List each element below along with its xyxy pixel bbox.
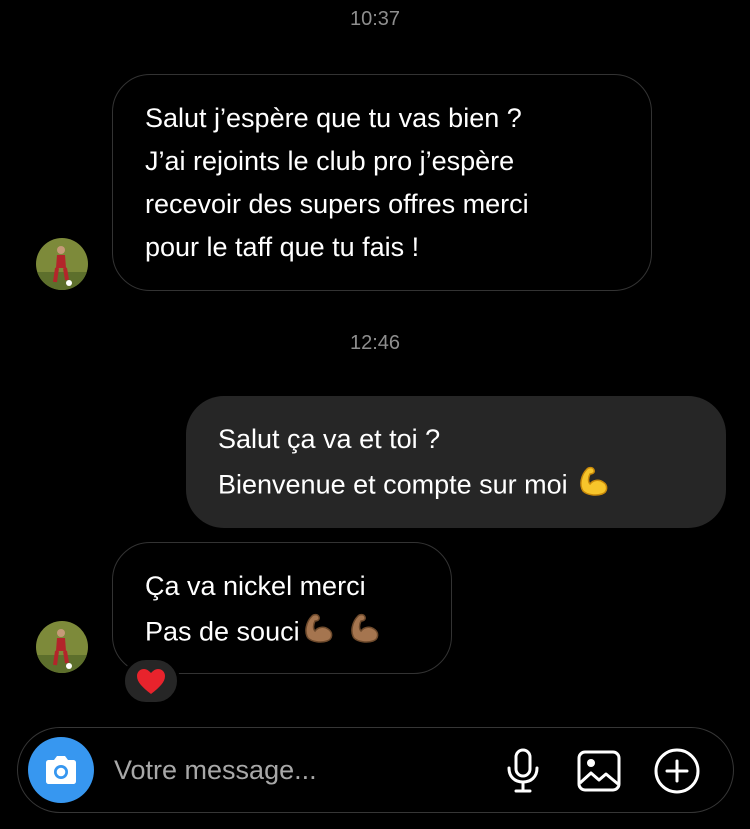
voice-message-button[interactable]	[498, 746, 548, 796]
avatar-image	[36, 238, 88, 290]
avatar-image	[36, 621, 88, 673]
avatar[interactable]	[36, 621, 88, 673]
message-composer	[17, 727, 734, 813]
plus-circle-icon	[654, 748, 700, 794]
incoming-message-bubble[interactable]: Salut j’espère que tu vas bien ? J’ai re…	[112, 74, 652, 291]
microphone-icon	[507, 748, 539, 793]
reaction-badge[interactable]	[122, 657, 180, 705]
incoming-message-bubble[interactable]: Ça va nickel merci Pas de souci	[112, 542, 452, 674]
message-text: Salut j’espère que tu vas bien ?	[145, 103, 522, 133]
message-input[interactable]	[114, 748, 464, 792]
timestamp: 12:46	[349, 332, 401, 354]
flexed-biceps-medium-skin-icon	[346, 608, 384, 659]
avatar[interactable]	[36, 238, 88, 290]
message-text: Bienvenue et compte sur moi	[218, 469, 568, 500]
flexed-biceps-medium-skin-icon	[300, 608, 338, 659]
message-text: J’ai rejoints le club pro j’espère	[145, 146, 515, 176]
message-text: recevoir des supers offres merci	[145, 189, 529, 219]
message-text: Pas de souci	[145, 616, 300, 647]
message-text: Salut ça va et toi ?	[218, 424, 441, 454]
camera-icon	[46, 756, 76, 784]
image-icon	[577, 750, 621, 792]
flexed-biceps-icon	[575, 461, 613, 512]
message-text: Ça va nickel merci	[145, 571, 366, 601]
outgoing-message-bubble[interactable]: Salut ça va et toi ? Bienvenue et compte…	[186, 396, 726, 528]
camera-button[interactable]	[28, 737, 94, 803]
gallery-button[interactable]	[574, 746, 624, 796]
add-button[interactable]	[652, 746, 702, 796]
red-heart-icon	[137, 668, 165, 694]
timestamp: 10:37	[349, 8, 401, 30]
message-text: pour le taff que tu fais !	[145, 232, 420, 262]
